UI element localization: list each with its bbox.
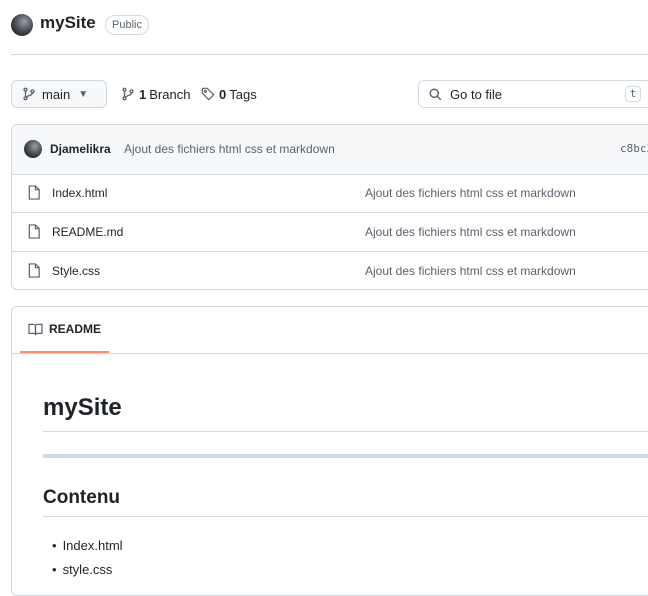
file-icon — [28, 263, 40, 278]
readme-title: mySite — [43, 394, 122, 421]
horizontal-rule — [43, 454, 648, 458]
search-icon — [429, 87, 442, 100]
book-icon — [28, 323, 43, 335]
list-item: style.css — [52, 562, 123, 586]
file-icon — [28, 185, 40, 200]
file-table: Djamelikra Ajout des fichiers html css e… — [11, 124, 648, 290]
file-name[interactable]: Style.css — [52, 264, 100, 278]
tag-label: Tags — [229, 86, 257, 102]
file-commit-message[interactable]: Ajout des fichiers html css et markdown — [365, 225, 576, 239]
section-underline — [43, 516, 648, 517]
list-item: Index.html — [52, 538, 123, 562]
tag-count: 0 — [219, 86, 227, 102]
readme-panel: README mySite Contenu Index.html style.c… — [11, 306, 648, 596]
branch-label: Branch — [149, 86, 191, 102]
repo-owner-avatar[interactable] — [11, 14, 33, 36]
header-divider — [11, 54, 648, 55]
branches-link[interactable]: 1 Branch — [121, 80, 190, 108]
file-name[interactable]: README.md — [52, 225, 123, 239]
tag-icon — [201, 87, 215, 101]
go-to-file-input[interactable]: Go to file — [418, 80, 648, 108]
chevron-down-icon: ▼ — [78, 88, 89, 100]
branch-select-button[interactable]: main ▼ — [11, 80, 107, 108]
keyboard-shortcut-hint: t — [625, 86, 641, 102]
git-branch-icon — [122, 87, 134, 101]
branch-count: 1 — [139, 86, 147, 102]
title-underline — [43, 431, 648, 432]
file-commit-message[interactable]: Ajout des fichiers html css et markdown — [365, 186, 576, 200]
content-list: Index.html style.css — [52, 538, 123, 586]
commit-message[interactable]: Ajout des fichiers html css et markdown — [124, 142, 335, 156]
file-row[interactable]: README.md Ajout des fichiers html css et… — [12, 213, 648, 252]
commit-hash[interactable]: c8bc3 — [620, 142, 648, 155]
git-branch-icon — [23, 87, 35, 101]
readme-tab-divider — [12, 353, 648, 354]
file-icon — [28, 224, 40, 239]
file-name[interactable]: Index.html — [52, 186, 107, 200]
commit-author[interactable]: Djamelikra — [50, 142, 111, 156]
visibility-badge: Public — [105, 15, 149, 35]
readme-tab-label: README — [49, 322, 102, 336]
tab-readme[interactable]: README — [20, 307, 110, 353]
file-row[interactable]: Index.html Ajout des fichiers html css e… — [12, 174, 648, 213]
commit-author-avatar[interactable] — [24, 140, 42, 158]
tags-link[interactable]: 0 Tags — [201, 80, 257, 108]
latest-commit-row: Djamelikra Ajout des fichiers html css e… — [12, 125, 648, 175]
repo-name[interactable]: mySite — [40, 13, 96, 33]
file-row[interactable]: Style.css Ajout des fichiers html css et… — [12, 252, 648, 289]
branch-name: main — [42, 86, 71, 102]
section-heading: Contenu — [43, 487, 121, 508]
search-placeholder: Go to file — [450, 86, 503, 102]
file-commit-message[interactable]: Ajout des fichiers html css et markdown — [365, 264, 576, 278]
